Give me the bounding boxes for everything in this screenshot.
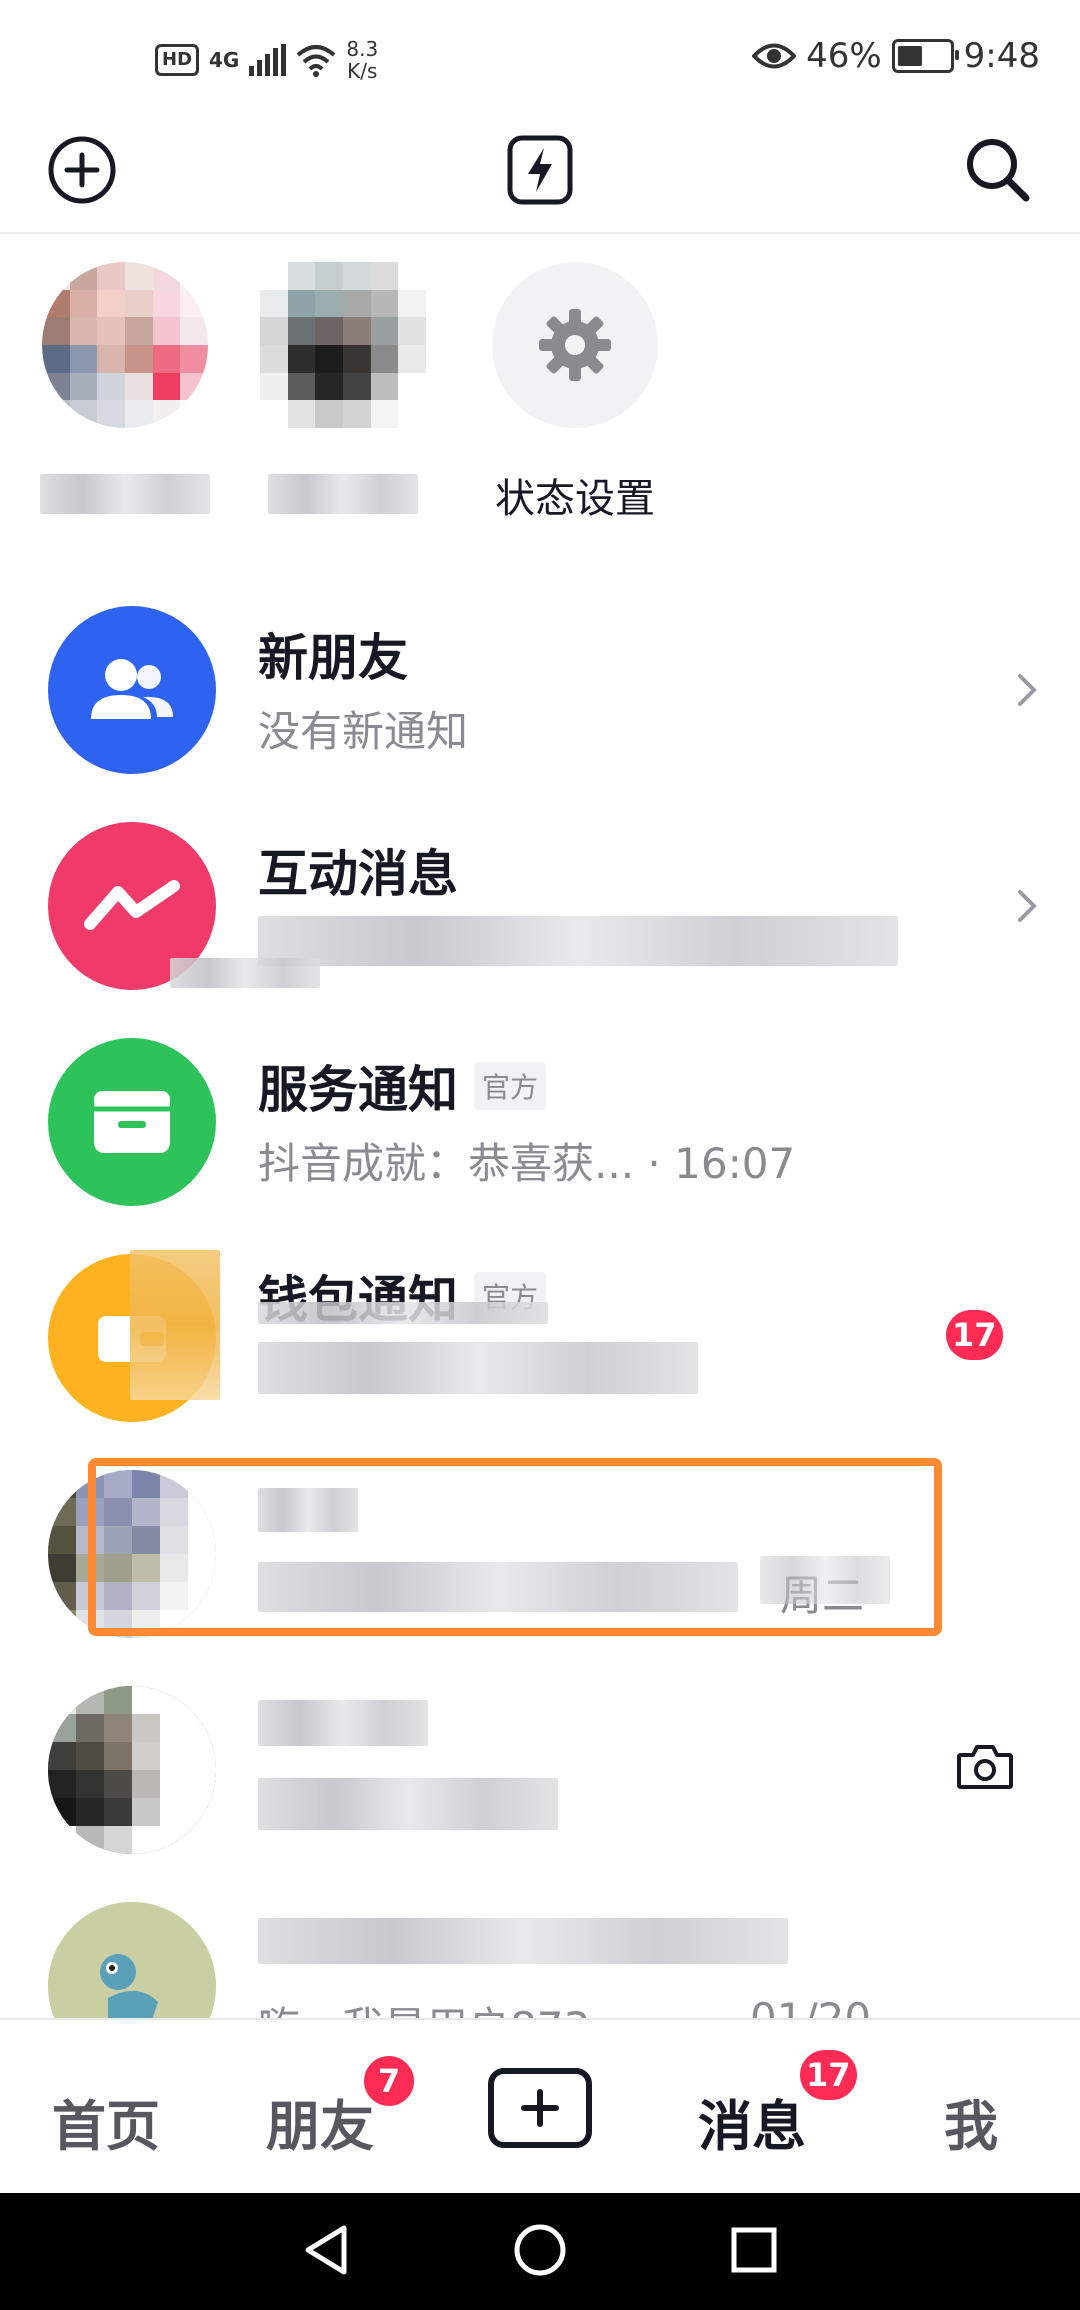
zigzag-chat-icon <box>84 880 180 930</box>
list-item-chat[interactable] <box>0 1662 1080 1878</box>
plus-circle-icon <box>48 136 116 204</box>
list-item-title: 新朋友 <box>258 629 408 687</box>
status-left: HD 4G 8.3 K/s <box>155 38 378 82</box>
status-right: 46% 9:48 <box>752 36 1040 76</box>
timestamp: · 16:07 <box>647 1139 796 1188</box>
system-nav-bar <box>0 2193 1080 2310</box>
bottom-tab-bar: 首页 朋友 7 消息 17 我 <box>0 2018 1080 2195</box>
speed-value: 8.3 <box>346 37 379 61</box>
people-icon <box>91 659 173 719</box>
list-item-title: 互动消息 <box>258 845 458 903</box>
quick-action-button[interactable] <box>504 132 576 208</box>
back-triangle-icon <box>305 2225 347 2274</box>
timestamp: 01/20 <box>750 1994 871 2018</box>
subtitle-text: 嗨，我是用户873... <box>258 2003 630 2018</box>
search-button[interactable] <box>962 134 1034 206</box>
status-settings-avatar <box>492 262 658 428</box>
unread-badge: 17 <box>946 1310 1003 1360</box>
add-friend-button[interactable] <box>46 134 118 206</box>
chevron-right-icon <box>1018 674 1037 706</box>
lightning-icon <box>507 135 573 205</box>
avatar <box>260 262 426 428</box>
official-tag: 官方 <box>474 1062 547 1110</box>
tab-home[interactable]: 首页 <box>52 2082 160 2161</box>
list-item-wallet-notice[interactable]: 钱包通知 官方 17 <box>0 1230 1080 1446</box>
cartoon-avatar-icon <box>48 1902 216 2018</box>
status-bar: HD 4G 8.3 K/s 46% 9:48 <box>0 0 1080 120</box>
list-item-new-friends[interactable]: 新朋友 没有新通知 <box>0 582 1080 798</box>
service-notice-avatar <box>48 1038 216 1206</box>
inbox-icon <box>94 1091 170 1153</box>
camera-icon <box>957 1745 1013 1789</box>
list-item-service-notice[interactable]: 服务通知 官方 抖音成就：恭喜获... · 16:07 <box>0 1014 1080 1230</box>
title-text: 服务通知 <box>258 1061 458 1119</box>
battery-icon <box>891 39 959 73</box>
story-item[interactable] <box>258 262 428 514</box>
list-item-subtitle: 没有新通知 <box>258 707 469 756</box>
chevron-right-icon <box>1018 890 1037 922</box>
selection-highlight <box>88 1458 942 1636</box>
story-item[interactable] <box>40 262 210 514</box>
signal-icon <box>249 44 287 76</box>
gear-icon <box>539 309 611 381</box>
network-type: 4G <box>209 48 240 72</box>
tab-messages[interactable]: 消息 <box>698 2082 806 2161</box>
eye-icon <box>752 43 797 69</box>
list-item-interactions[interactable]: 互动消息 <box>0 798 1080 1014</box>
back-button[interactable] <box>300 2222 352 2282</box>
battery-percent: 46% <box>806 36 882 76</box>
list-item-title: 服务通知 官方 <box>258 1050 547 1122</box>
subtitle-text: 抖音成就：恭喜获... <box>258 1139 635 1188</box>
story-label: 状态设置 <box>495 476 655 522</box>
friends-badge: 7 <box>364 2056 414 2106</box>
avatar <box>48 1686 216 1854</box>
story-status-settings[interactable]: 状态设置 <box>490 262 660 524</box>
clock: 9:48 <box>963 36 1040 76</box>
tab-friends[interactable]: 朋友 <box>266 2082 374 2161</box>
avatar <box>42 262 208 428</box>
search-icon <box>967 139 1030 202</box>
recents-button[interactable] <box>728 2224 780 2280</box>
wifi-icon <box>297 45 336 77</box>
tab-me[interactable]: 我 <box>944 2082 998 2161</box>
create-button[interactable] <box>488 2068 592 2148</box>
list-item-subtitle: 嗨，我是用户873... <box>258 1994 630 2018</box>
speed-unit: K/s <box>347 59 378 83</box>
hd-indicator: HD <box>155 44 200 76</box>
recents-square-icon <box>731 2227 777 2272</box>
list-item-chat[interactable]: 嗨，我是用户873... 01/20 <box>0 1878 1080 2018</box>
list-item-subtitle: 抖音成就：恭喜获... · 16:07 <box>258 1130 795 1191</box>
home-button[interactable] <box>512 2222 568 2282</box>
network-speed: 8.3 K/s <box>346 38 378 82</box>
new-friends-avatar <box>48 606 216 774</box>
camera-button[interactable] <box>950 1732 1020 1802</box>
home-circle-icon <box>514 2224 566 2275</box>
messages-badge: 17 <box>800 2050 857 2100</box>
avatar <box>48 1902 216 2018</box>
top-bar <box>0 120 1080 234</box>
plus-icon <box>521 2089 559 2127</box>
